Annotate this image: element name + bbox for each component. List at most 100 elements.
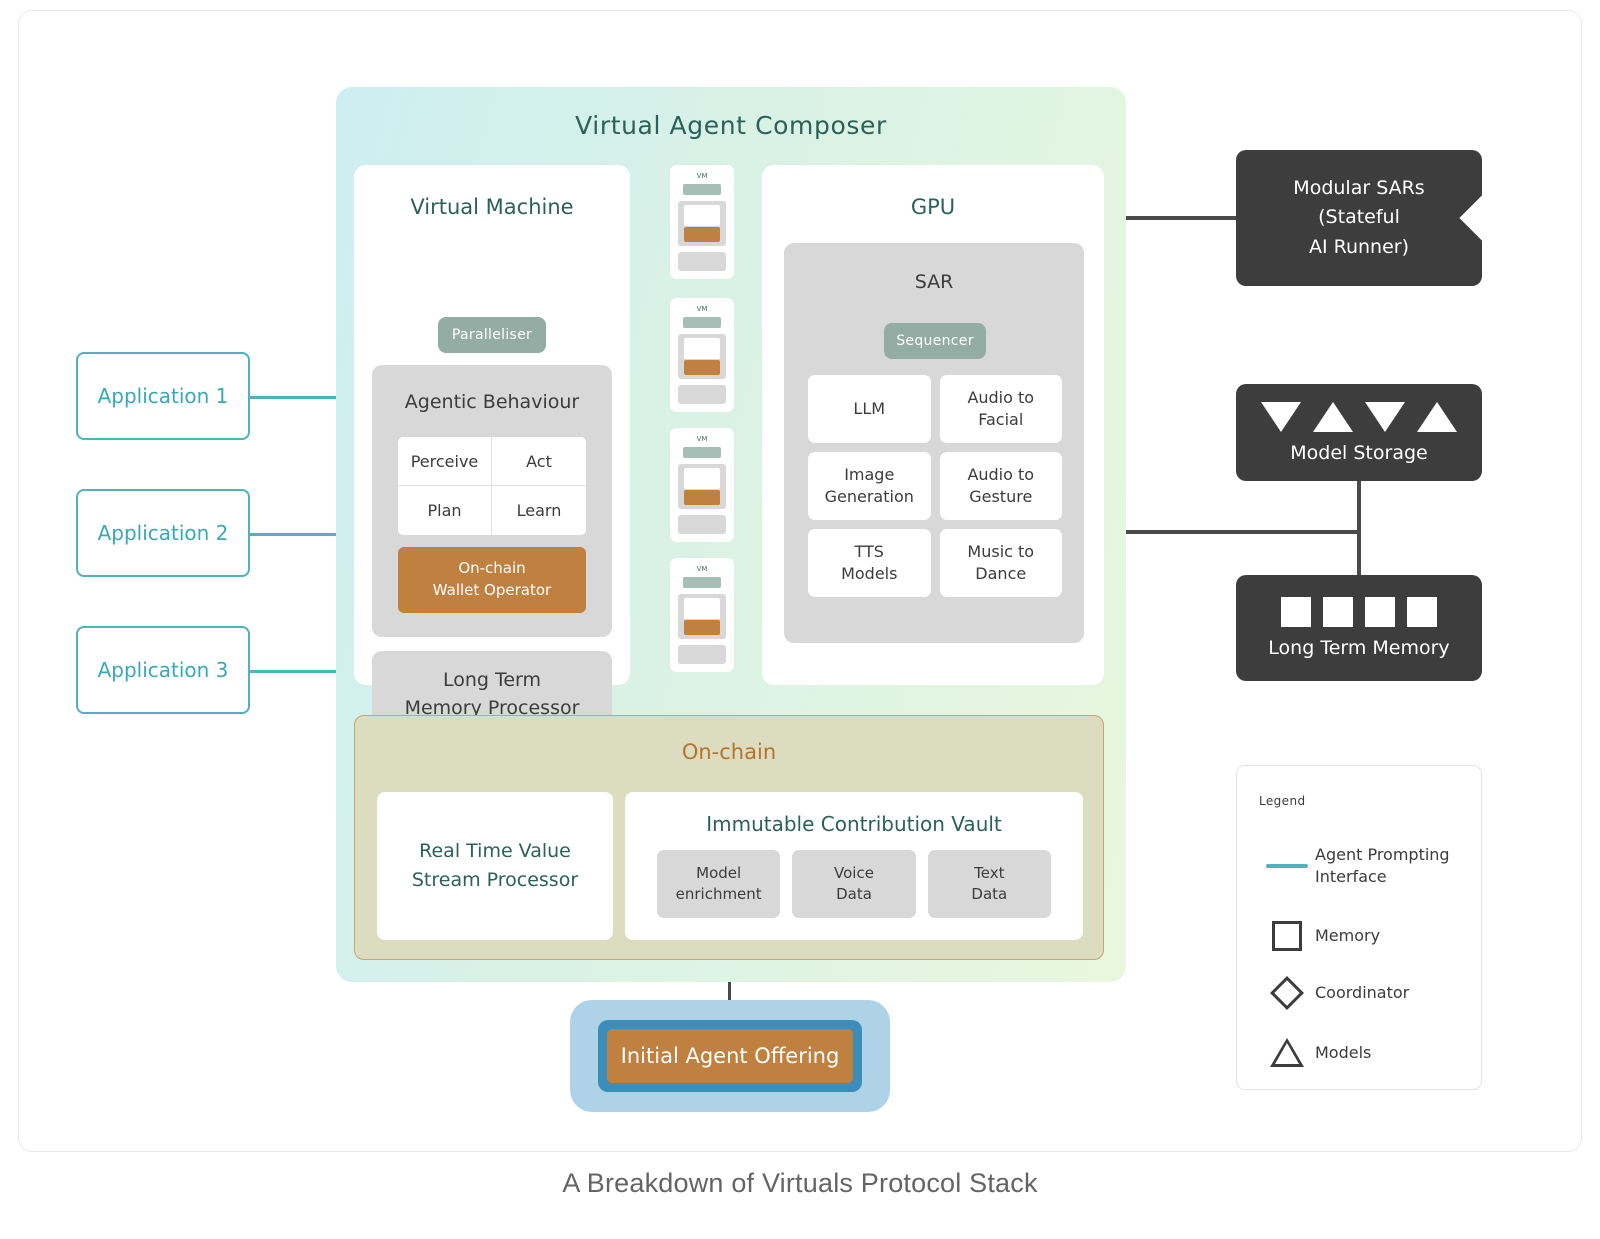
sar-model-line-2: Dance [975,564,1027,583]
legend-line-icon [1259,863,1315,868]
wallet-line-2: Wallet Operator [432,581,552,599]
legend-item-label: Coordinator [1315,983,1410,1003]
vm-icon-brown-block [684,360,720,375]
rtvsp-line-1: Real Time Value [419,839,571,862]
agentic-cell-act: Act [492,437,586,486]
vault-item-line-2: Data [971,885,1008,903]
agentic-cell-plan: Plan [398,486,492,535]
wallet-line-1: On-chain [458,559,526,578]
vm-icon-white-block [684,338,720,359]
legend-label-line-1: Agent Prompting [1315,845,1450,864]
virtual-machine-title: Virtual Machine [410,195,574,219]
initial-agent-offering-button[interactable]: Initial Agent Offering [607,1029,853,1083]
virtual-agent-composer: Virtual Agent Composer Virtual Machine P… [336,87,1126,982]
figure-caption: A Breakdown of Virtuals Protocol Stack [562,1168,1038,1198]
sar-model-line-2: Gesture [969,487,1033,506]
immutable-contribution-vault-title: Immutable Contribution Vault [706,812,1002,836]
vault-item-line-1: Model [696,864,742,882]
application-2-box[interactable]: Application 2 [76,489,250,577]
initial-agent-offering-outer: Initial Agent Offering [570,1000,890,1112]
vm-icon-footer [678,385,726,404]
on-chain-box: On-chain Real Time Value Stream Processo… [354,715,1104,960]
connector-gpu-to-model-storage [1120,530,1360,534]
connector-model-storage-to-long-term-memory [1357,480,1361,580]
application-2-label: Application 2 [97,521,229,545]
diagram-page: Virtual Agent Composer Virtual Machine P… [0,0,1600,1239]
vm-icon-label: VM [696,435,708,443]
legend-label-line-2: Interface [1315,866,1387,886]
gpu-title: GPU [910,195,956,219]
legend-item-agent-prompting-interface: Agent Prompting Interface [1259,844,1450,887]
vault-item-model-enrichment: Model enrichment [657,850,781,918]
vm-icon: VM [670,165,734,279]
sar-model-llm: LLM [808,375,931,443]
application-3-box[interactable]: Application 3 [76,626,250,714]
triangle-down-icon [1365,401,1405,432]
vm-icon-white-block [684,205,720,226]
vm-icon: VM [670,558,734,672]
on-chain-wallet-operator: On-chain Wallet Operator [398,547,586,613]
sar-model-line-1: Image [844,465,895,485]
vm-icon-brown-block [684,620,720,635]
memory-square-row [1281,597,1437,627]
vm-icon: VM [670,298,734,412]
vm-icon-body [678,464,726,509]
connector-app3-to-composer [250,670,342,673]
vm-icon-footer [678,645,726,664]
triangle-down-icon [1261,401,1301,432]
immutable-contribution-vault-grid: Model enrichment Voice Data Text Data [657,850,1051,918]
initial-agent-offering-middle: Initial Agent Offering [598,1020,862,1092]
vm-icon: VM [670,428,734,542]
vm-icon-pill [683,447,721,458]
legend-item-label: Models [1315,1042,1372,1062]
sar-box: SAR Sequencer LLM Audio to Facial Image … [784,243,1084,643]
agentic-behaviour-title: Agentic Behaviour [404,391,580,413]
sar-title: SAR [914,271,954,293]
legend-item-models: Models [1259,1038,1371,1067]
agentic-behaviour-box: Agentic Behaviour Perceive Act Plan Lear… [372,365,612,637]
memory-square-icon [1365,597,1395,627]
long-term-memory-node[interactable]: Long Term Memory [1236,575,1482,681]
legend-diamond-icon [1259,976,1315,1010]
initial-agent-offering-label: Initial Agent Offering [620,1044,840,1068]
memory-square-icon [1407,597,1437,627]
triangle-up-icon [1313,401,1353,432]
gpu-panel: GPU SAR Sequencer LLM Audio to Facial Im… [762,165,1104,685]
legend-triangle-icon [1259,1038,1315,1067]
sar-model-line-2: Facial [978,410,1024,429]
vm-icon-white-block [684,468,720,489]
sar-model-music-to-dance: Music to Dance [939,529,1062,597]
real-time-value-stream-processor: Real Time Value Stream Processor [377,792,613,940]
vm-stack: VM VM VM VM [642,165,752,685]
legend-panel: Legend Agent Prompting Interface Memory … [1236,765,1482,1090]
legend-square-icon [1259,921,1315,951]
application-1-box[interactable]: Application 1 [76,352,250,440]
sequencer-badge: Sequencer [884,323,986,359]
model-storage-node[interactable]: Model Storage [1236,384,1482,481]
modular-sars-node[interactable]: Modular SARs (Stateful AI Runner) [1236,150,1505,286]
legend-item-label: Agent Prompting Interface [1315,844,1450,887]
sar-model-line-1: LLM [853,399,886,419]
on-chain-title: On-chain [681,740,777,764]
vault-item-line-1: Voice [834,864,874,882]
vm-icon-pill [683,184,721,195]
sar-model-line-1: Music to [967,542,1035,562]
connector-app2-to-composer [250,533,342,536]
vault-item-text-data: Text Data [927,850,1051,918]
legend-item-coordinator: Coordinator [1259,976,1410,1010]
models-triangle-row [1261,401,1457,432]
vault-item-line-2: Data [836,885,872,903]
application-3-label: Application 3 [97,658,229,682]
vm-icon-body [678,594,726,639]
long-term-memory-label: Long Term Memory [1268,637,1450,659]
modular-sars-line-1: Modular SARs [1293,176,1425,199]
vm-icon-white-block [684,598,720,619]
agentic-cell-perceive: Perceive [398,437,492,486]
composer-title: Virtual Agent Composer [575,111,887,140]
vault-item-line-2: enrichment [675,885,762,903]
sar-model-grid: LLM Audio to Facial Image Generation Aud… [808,375,1062,597]
vm-icon-footer [678,515,726,534]
agentic-behaviour-grid: Perceive Act Plan Learn [398,437,586,535]
immutable-contribution-vault: Immutable Contribution Vault Model enric… [625,792,1083,940]
memory-square-icon [1323,597,1353,627]
